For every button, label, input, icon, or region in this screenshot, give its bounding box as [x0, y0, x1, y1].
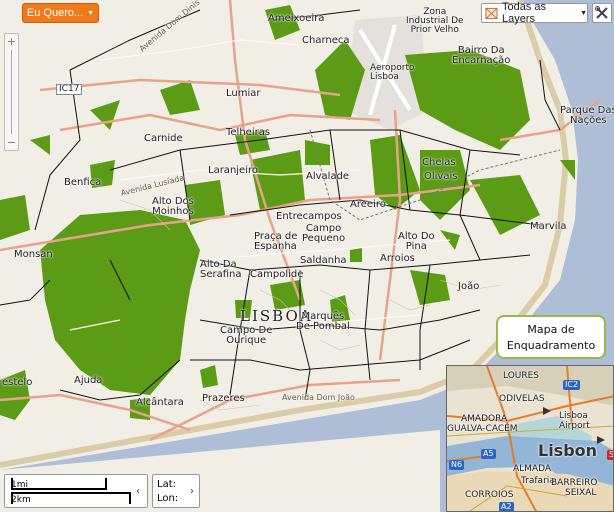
label-benfica: Benfica [64, 177, 102, 188]
tools-icon [595, 6, 608, 19]
coordinates-panel: Lat: Lon: › [152, 474, 200, 508]
chevron-left-icon[interactable]: ‹ [136, 486, 140, 497]
label-praca-espanha: Praça de Espanha [254, 231, 298, 252]
chevron-right-icon[interactable]: › [190, 486, 194, 497]
inset-label-agualva: GUALVA-CACÉM [447, 424, 518, 434]
inset-label-lisboa-airport: Lisboa Airport [559, 411, 590, 431]
label-alto-pina: Alto Do Pina [398, 231, 435, 252]
inset-shield-ic2: IC2 [563, 380, 581, 390]
label-prazeres: Prazeres [202, 393, 245, 404]
eu-quero-label: Eu Quero... [26, 7, 84, 19]
label-campolide: Campolide [250, 269, 304, 280]
label-telheiras: Telheiras [226, 127, 271, 138]
inset-label-loures: LOURES [503, 371, 540, 381]
inset-shield-a5: A5 [481, 449, 496, 459]
overview-map-title: Mapa de Enquadramento [496, 315, 606, 359]
inset-label-trafaria: Trafaria [521, 476, 555, 486]
label-zona-industrial: Zona Industrial De Prior Velho [406, 7, 464, 35]
label-lumiar: Lumiar [226, 88, 261, 99]
label-ajuda: Ajuda [74, 375, 103, 386]
label-campo-pequeno: Campo Pequeno [302, 223, 346, 244]
label-monsanto: Monsan [14, 249, 53, 260]
eu-quero-button[interactable]: Eu Quero... ▼ [22, 3, 99, 23]
inset-shield-a2: A2 [499, 502, 514, 511]
label-alto-serafina: Alto Da Serafina [200, 259, 242, 280]
scale-mi-label: 1mi [11, 480, 28, 490]
zoom-in-icon[interactable]: + [5, 35, 18, 48]
inset-label-amadora: AMADORA [461, 414, 508, 424]
label-saldanha: Saldanha [300, 255, 347, 266]
label-ameixoeira: Ameixoeira [268, 13, 325, 24]
inset-label-seixal: SEIXAL [565, 488, 597, 498]
label-joao: João [458, 281, 480, 292]
scale-bar: 1mi 2km ‹ [4, 474, 148, 508]
label-chelas: Chelas [422, 157, 456, 168]
inset-label-lisbon: Lisbon [538, 441, 598, 460]
tools-button[interactable] [592, 3, 612, 23]
zoom-out-icon[interactable]: − [5, 136, 18, 149]
inset-label-corroios: CORROIOS [465, 490, 514, 500]
label-alcantara: Alcântara [136, 397, 184, 408]
label-areeiro: Areeiro [350, 199, 386, 210]
label-olivais: Olivais [424, 171, 458, 182]
inset-shield-s: S [607, 450, 613, 460]
lat-label: Lat: [157, 479, 176, 490]
layers-icon [485, 7, 498, 19]
chevron-down-icon: ▼ [87, 9, 95, 17]
label-laranjeiro: Laranjeiro [208, 165, 258, 176]
zoom-control[interactable]: + − [4, 33, 19, 151]
zoom-slider-track[interactable] [11, 50, 12, 134]
inset-label-barreiro: BARREIRO [551, 478, 598, 488]
label-avenida-dom-joao: Avenida Dom João [282, 393, 355, 402]
label-entrecampos: Entrecampos [276, 211, 342, 222]
label-parque-nacoes: Parque Das Nações [560, 105, 614, 126]
label-alto-moinhos: Alto Dos Moinhos [152, 196, 194, 217]
label-arroios: Arroios [380, 253, 415, 264]
chevron-down-icon: ▼ [580, 9, 587, 17]
label-bairro-encarnacao: Bairro Da Encarnação [452, 45, 511, 66]
label-carnide: Carnide [144, 133, 183, 144]
lon-label: Lon: [157, 493, 179, 504]
overview-map[interactable]: LOURES ODIVELAS AMADORA GUALVA-CACÉM Lis… [446, 365, 614, 512]
label-marvila: Marvila [530, 221, 567, 232]
overview-map-title-text: Mapa de Enquadramento [506, 323, 596, 352]
layers-dropdown[interactable]: Todas as Layers ▼ [481, 1, 588, 25]
label-marques-pombal: Marquês De Pombal [296, 311, 350, 332]
label-campo-ourique: Campo De Ourique [220, 325, 273, 346]
map-canvas[interactable]: Ameixoeira Charneca Zona Industrial De P… [0, 0, 614, 512]
scale-km-label: 2km [11, 495, 31, 505]
inset-shield-n6: N6 [449, 460, 465, 470]
inset-label-odivelas: ODIVELAS [499, 394, 545, 404]
label-alvalade: Alvalade [306, 171, 350, 182]
label-aeroporto: Aeroporto Lisboa [370, 63, 415, 82]
inset-label-almada: ALMADA [513, 464, 552, 474]
label-ic17: IC17 [56, 84, 83, 95]
label-estelo: estelo [2, 377, 33, 388]
label-charneca: Charneca [302, 35, 350, 46]
layers-label: Todas as Layers [501, 1, 546, 25]
